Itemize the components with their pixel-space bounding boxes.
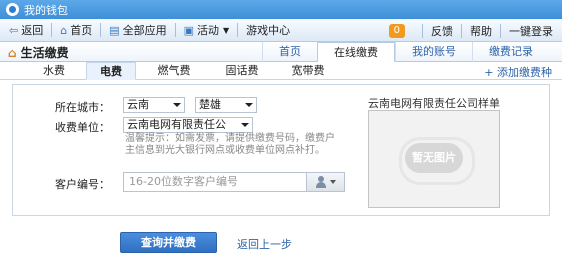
toolbar-divider <box>422 23 423 38</box>
toolbar-divider <box>51 23 53 37</box>
notification-badge[interactable]: 0 <box>388 23 405 38</box>
tab-home[interactable]: 首页 <box>262 42 317 62</box>
toolbar-divider <box>174 23 176 37</box>
tab-payment-records[interactable]: 缴费记录 <box>472 42 549 62</box>
toolbar-divider <box>500 23 501 38</box>
invoice-hint: 温馨提示：如需发票，请提供缴费号码，缴费户主信息到光大银行网点或收费单位网点补打… <box>125 133 335 156</box>
title-bar: 我的钱包 <box>0 0 562 19</box>
toolbar-divider <box>237 23 239 37</box>
main-tabs: 首页 在线缴费 我的账号 缴费记录 <box>262 42 549 63</box>
sample-bill-image: 暂无图片 <box>368 110 500 208</box>
fee-type-tabs: 水费 电费 燃气费 固话费 宽带费 + 添加缴费种 <box>0 62 562 80</box>
city-select[interactable]: 楚雄 <box>195 97 257 113</box>
chevron-down-icon: ▼ <box>223 25 230 35</box>
wallet-logo-icon <box>6 3 19 16</box>
customer-number-input[interactable]: 16-20位数字客户编号 <box>123 172 345 192</box>
house-icon: ⌂ <box>8 45 17 60</box>
customer-number-label: 客户编号： <box>55 178 110 191</box>
feedback-button[interactable]: 反馈 <box>426 21 458 40</box>
city-label: 所在城市： <box>55 101 110 114</box>
game-center-button[interactable]: 游戏中心 <box>241 21 295 40</box>
add-fee-type-link[interactable]: + 添加缴费种 <box>484 64 552 80</box>
saved-accounts-button[interactable] <box>306 173 344 191</box>
toolbar-divider <box>461 23 462 38</box>
page-title: ⌂ 生活缴费 <box>8 45 69 61</box>
tab-online-payment[interactable]: 在线缴费 <box>317 42 395 63</box>
toolbar: ⇦ 返回 ⌂ 首页 ▤ 全部应用 ▣ 活动 ▼ 游戏中心 0 反馈 帮助 一键登… <box>0 19 562 42</box>
home-button[interactable]: ⌂ 首页 <box>55 21 97 40</box>
back-previous-step-link[interactable]: 返回上一步 <box>237 236 292 252</box>
window-title: 我的钱包 <box>24 3 68 17</box>
apps-grid-icon: ▤ <box>109 23 120 37</box>
chevron-down-icon <box>241 123 249 127</box>
user-icon <box>315 176 327 188</box>
billing-unit-select[interactable]: 云南电网有限责任公 <box>123 117 253 133</box>
all-apps-button[interactable]: ▤ 全部应用 <box>104 21 171 40</box>
section-header: ⌂ 生活缴费 首页 在线缴费 我的账号 缴费记录 <box>0 42 562 63</box>
gift-icon: ▣ <box>183 23 195 37</box>
back-arrow-icon: ⇦ <box>9 23 19 37</box>
chevron-down-icon <box>173 103 181 107</box>
toolbar-divider <box>100 23 102 37</box>
activity-button[interactable]: ▣ 活动 ▼ <box>179 21 235 40</box>
unit-label: 收费单位： <box>55 121 110 134</box>
one-click-login-button[interactable]: 一键登录 <box>504 21 558 40</box>
province-select[interactable]: 云南 <box>123 97 185 113</box>
query-and-pay-button[interactable]: 查询并缴费 <box>120 232 217 253</box>
tab-landline-fee[interactable]: 固话费 <box>214 62 270 80</box>
help-button[interactable]: 帮助 <box>465 21 497 40</box>
chevron-down-icon <box>330 180 336 184</box>
sample-bill-title: 云南电网有限责任公司样单 <box>368 97 500 110</box>
home-icon: ⌂ <box>60 23 68 37</box>
tab-broadband-fee[interactable]: 宽带费 <box>280 62 336 80</box>
payment-form-panel: 所在城市： 云南 楚雄 收费单位： 云南电网有限责任公 温馨提示：如需发票，请提… <box>12 84 550 216</box>
tab-my-account[interactable]: 我的账号 <box>395 42 472 62</box>
back-button[interactable]: ⇦ 返回 <box>4 21 48 40</box>
tab-water-fee[interactable]: 水费 <box>32 62 76 80</box>
chevron-down-icon <box>245 103 253 107</box>
tab-gas-fee[interactable]: 燃气费 <box>146 62 202 80</box>
no-image-placeholder: 暂无图片 <box>399 137 475 185</box>
tab-electricity-fee[interactable]: 电费 <box>86 62 136 80</box>
